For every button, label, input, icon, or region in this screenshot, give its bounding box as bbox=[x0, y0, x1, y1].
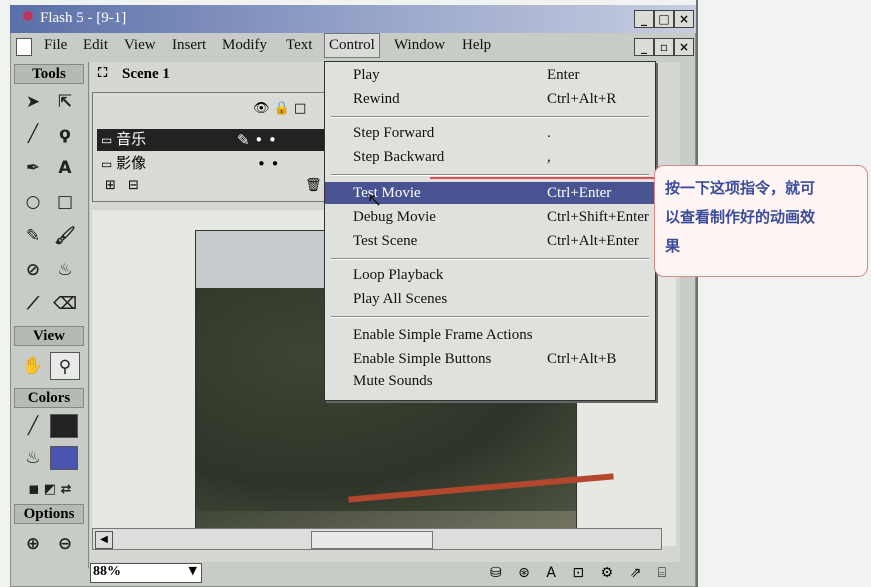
scene-icon: ⛶ bbox=[98, 66, 108, 81]
colors-label: Colors bbox=[14, 388, 84, 408]
doc-minimize-button[interactable]: _ bbox=[634, 38, 654, 56]
layer-row[interactable]: ▭ 影像 • • bbox=[97, 153, 325, 175]
pencil-icon: ✎ • • bbox=[237, 131, 277, 149]
arrow-tool-icon[interactable]: ➤ bbox=[18, 88, 48, 116]
menu-item-simple-buttons[interactable]: Enable Simple Buttons Ctrl+Alt+B bbox=[325, 348, 655, 370]
tools-panel: Tools ➤ ⇱ ╱ ϙ ✒ A ○ □ ✎ 🖌 ⊘ ♨ ⟋ ⌫ View ✋… bbox=[12, 62, 89, 568]
menu-window[interactable]: Window bbox=[394, 37, 445, 54]
text-tool-icon[interactable]: A bbox=[50, 154, 80, 182]
scroll-thumb[interactable] bbox=[311, 531, 433, 549]
ink-bottle-icon[interactable]: ⊘ bbox=[18, 256, 48, 284]
menu-separator bbox=[331, 258, 649, 260]
menu-control[interactable]: Control bbox=[324, 33, 380, 58]
hand-tool-icon[interactable]: ✋ bbox=[18, 352, 48, 380]
chevron-down-icon[interactable]: ▼ bbox=[189, 564, 197, 577]
callout-line-3: 果 bbox=[665, 237, 681, 255]
add-guide-icon[interactable]: ⊟ bbox=[128, 178, 139, 193]
menu-file[interactable]: File bbox=[44, 37, 67, 54]
pencil-tool-icon[interactable]: ✎ bbox=[18, 222, 48, 250]
line-tool-icon[interactable]: ╱ bbox=[18, 120, 48, 148]
title-bar: ✽ Flash 5 - [9-1] _ □ × bbox=[10, 5, 696, 33]
oval-tool-icon[interactable]: ○ bbox=[18, 188, 48, 216]
layer-icon: ▭ bbox=[101, 133, 113, 147]
zoom-field[interactable]: 88% ▼ bbox=[90, 563, 202, 583]
paint-bucket-icon[interactable]: ♨ bbox=[50, 256, 80, 284]
layer-name: 影像 bbox=[116, 156, 147, 172]
maximize-button[interactable]: □ bbox=[654, 10, 674, 28]
eye-icon[interactable]: 👁 🔒 □ bbox=[253, 101, 306, 116]
menu-item-simple-frame-actions[interactable]: Enable Simple Frame Actions bbox=[325, 324, 655, 346]
zoom-out-icon[interactable]: ⊖ bbox=[50, 530, 80, 558]
menu-insert[interactable]: Insert bbox=[172, 37, 206, 54]
callout-pointer-line bbox=[430, 177, 656, 179]
menu-item-test-scene[interactable]: Test Scene Ctrl+Alt+Enter bbox=[325, 230, 655, 252]
subselect-tool-icon[interactable]: ⇱ bbox=[50, 88, 80, 116]
pen-tool-icon[interactable]: ✒ bbox=[18, 154, 48, 182]
fill-color-icon[interactable]: ♨ bbox=[18, 444, 48, 472]
brush-tool-icon[interactable]: 🖌 bbox=[50, 222, 80, 250]
stroke-color-swatch[interactable] bbox=[50, 414, 78, 438]
flash-logo-icon: ✽ bbox=[22, 10, 34, 25]
callout-line-2: 以查看制作好的动画效 bbox=[665, 208, 816, 226]
timeline-panel: 👁 🔒 □ ▭ 音乐 ✎ • • ▭ 影像 • • ⊞ ⊟ 🗑 bbox=[92, 92, 334, 202]
window-edge bbox=[696, 0, 698, 587]
stroke-color-icon[interactable]: ╱ bbox=[18, 412, 48, 440]
doc-close-button[interactable]: × bbox=[674, 38, 694, 56]
scroll-left-icon[interactable]: ◀ bbox=[95, 531, 113, 549]
menu-view[interactable]: View bbox=[124, 37, 156, 54]
eraser-tool-icon[interactable]: ⌫ bbox=[50, 290, 80, 318]
rectangle-tool-icon[interactable]: □ bbox=[50, 188, 80, 216]
zoom-tool-icon[interactable]: ⚲ bbox=[50, 352, 80, 380]
launcher-icons[interactable]: ⛁ ⊛ A ⊡ ⚙ ⇗ ⌸ bbox=[490, 565, 672, 581]
menu-separator bbox=[331, 316, 649, 318]
menu-item-step-forward[interactable]: Step Forward . bbox=[325, 122, 655, 144]
dropper-tool-icon[interactable]: ⟋ bbox=[18, 290, 48, 318]
zoom-value: 88% bbox=[93, 564, 121, 579]
menu-item-play[interactable]: Play Enter bbox=[325, 64, 655, 86]
options-label: Options bbox=[14, 504, 84, 524]
menu-item-mute-sounds[interactable]: Mute Sounds bbox=[325, 370, 655, 392]
close-button[interactable]: × bbox=[674, 10, 694, 28]
window-title: Flash 5 - [9-1] bbox=[40, 10, 127, 26]
menu-edit[interactable]: Edit bbox=[83, 37, 108, 54]
layer-icon: ▭ bbox=[101, 157, 113, 171]
menu-item-play-all-scenes[interactable]: Play All Scenes bbox=[325, 288, 655, 310]
callout-annotation: 按一下这项指令，就可 以查看制作好的动画效 果 bbox=[654, 165, 868, 277]
menu-separator bbox=[331, 174, 649, 176]
add-layer-icon[interactable]: ⊞ bbox=[105, 178, 116, 193]
scene-label: Scene 1 bbox=[122, 66, 170, 82]
layer-row[interactable]: ▭ 音乐 ✎ • • bbox=[97, 129, 325, 151]
minimize-button[interactable]: _ bbox=[634, 10, 654, 28]
trash-icon[interactable]: 🗑 bbox=[305, 175, 322, 197]
menu-help[interactable]: Help bbox=[462, 37, 491, 54]
menu-item-step-backward[interactable]: Step Backward , bbox=[325, 146, 655, 168]
callout-line-1: 按一下这项指令，就可 bbox=[665, 179, 816, 197]
menu-item-loop-playback[interactable]: Loop Playback bbox=[325, 264, 655, 286]
menu-item-rewind[interactable]: Rewind Ctrl+Alt+R bbox=[325, 88, 655, 110]
tools-label: Tools bbox=[14, 64, 84, 84]
horizontal-scrollbar[interactable]: ◀ bbox=[92, 528, 662, 550]
layer-controls: ⊞ ⊟ 🗑 bbox=[97, 175, 325, 197]
fill-color-swatch[interactable] bbox=[50, 446, 78, 470]
view-label: View bbox=[14, 326, 84, 346]
control-menu-dropdown: Play Enter Rewind Ctrl+Alt+R Step Forwar… bbox=[324, 61, 656, 401]
menu-text[interactable]: Text bbox=[286, 37, 312, 54]
doc-restore-button[interactable]: ▫ bbox=[654, 38, 674, 56]
menu-bar: File Edit View Insert Modify Text Contro… bbox=[10, 33, 696, 60]
layer-name: 音乐 bbox=[116, 132, 147, 148]
zoom-in-icon[interactable]: ⊕ bbox=[18, 530, 48, 558]
mouse-cursor-icon: ↖ bbox=[367, 190, 383, 211]
lasso-tool-icon[interactable]: ϙ bbox=[50, 120, 80, 148]
menu-separator bbox=[331, 116, 649, 118]
layer-dots: • • bbox=[257, 155, 280, 173]
color-swap-icons[interactable]: ◼ ◩ ⇄ bbox=[18, 476, 82, 504]
menu-modify[interactable]: Modify bbox=[222, 37, 267, 54]
